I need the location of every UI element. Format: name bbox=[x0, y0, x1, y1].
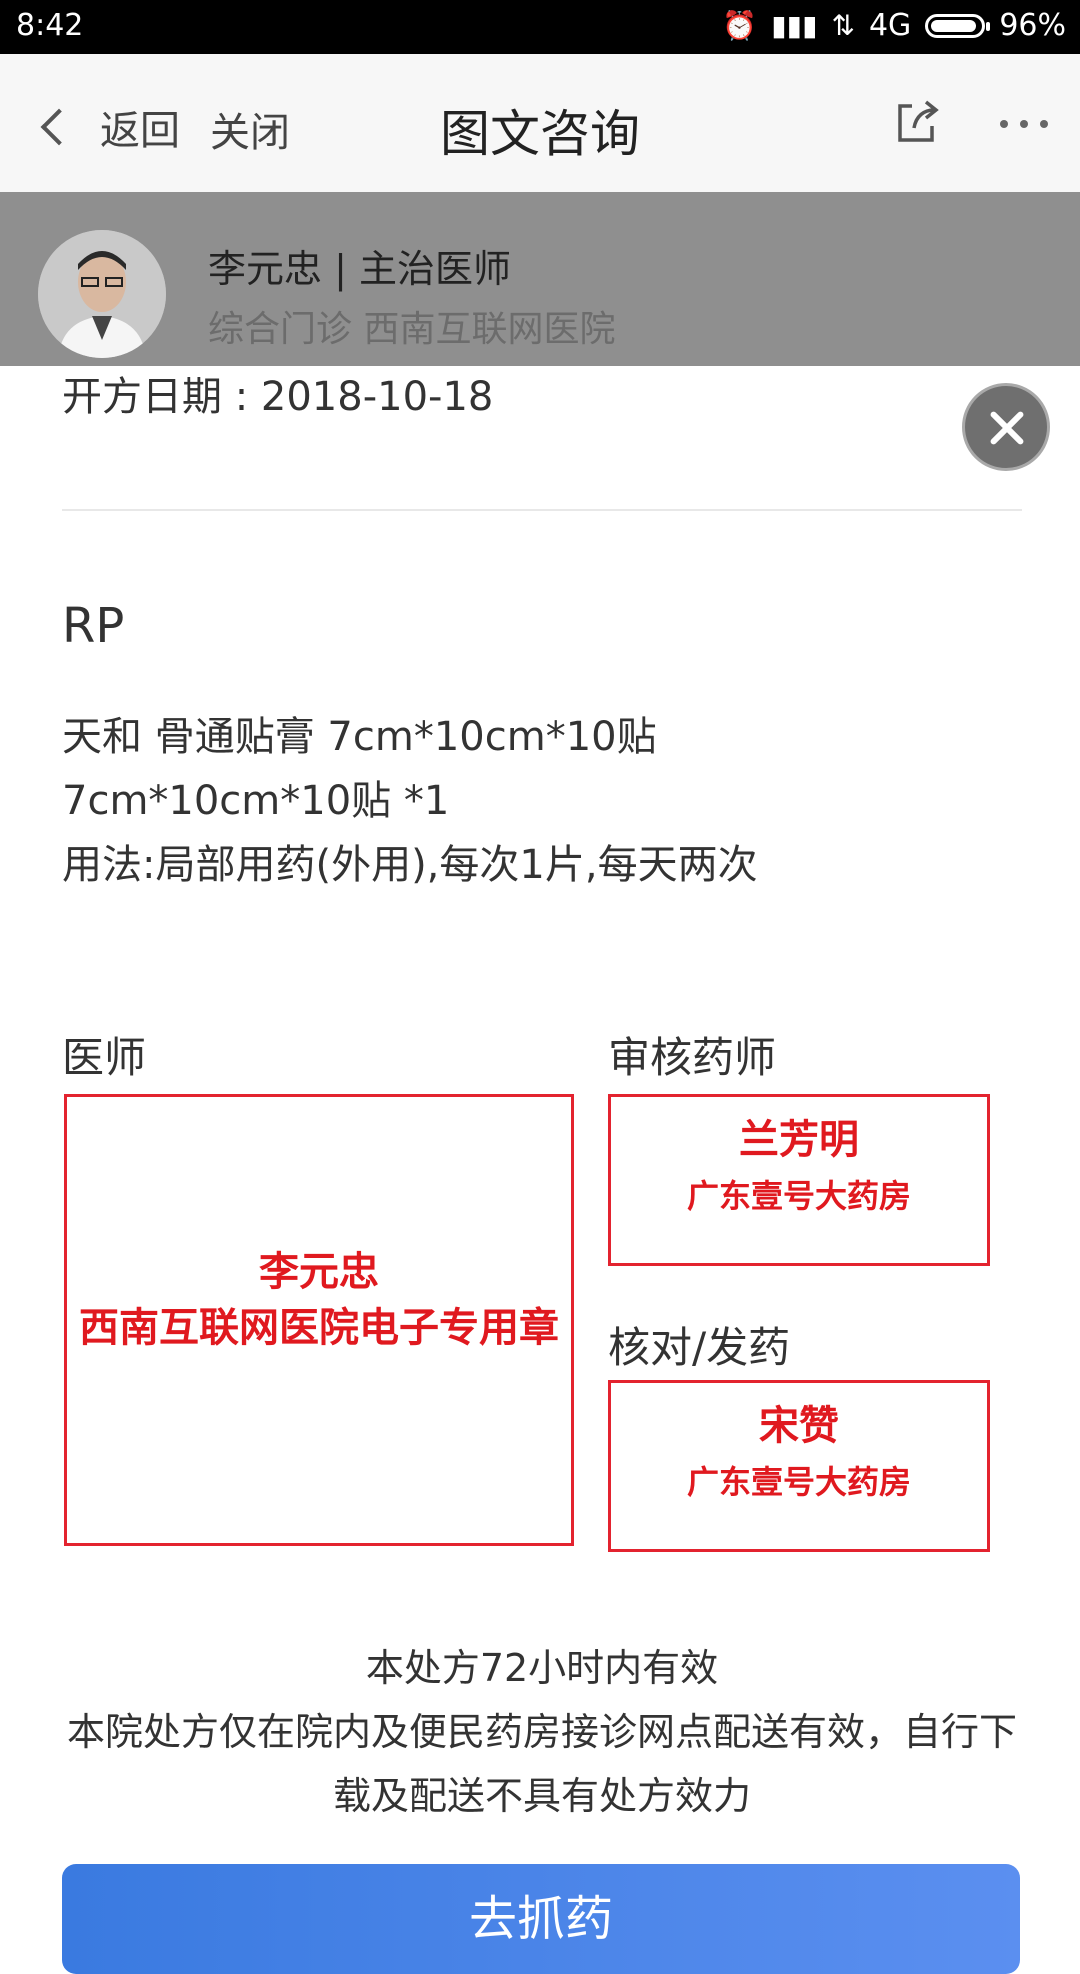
prescription-date: 开方日期 : 2018-10-18 bbox=[62, 374, 494, 420]
status-bar: 8:42 ⏰ ▮▮▮ ⇅ 4G 96% bbox=[0, 0, 1080, 54]
data-arrows-icon: ⇅ bbox=[831, 9, 855, 42]
doctor-header: 李元忠 | 主治医师 综合门诊 西南互联网医院 bbox=[0, 192, 1080, 366]
network-type: 4G bbox=[868, 8, 912, 43]
rp-label: RP bbox=[62, 598, 125, 654]
pharmacist-stamp: 兰芳明 广东壹号大药房 bbox=[608, 1094, 990, 1266]
nav-bar: 返回 关闭 图文咨询 bbox=[0, 54, 1080, 192]
divider bbox=[62, 509, 1022, 511]
pharmacist-stamp-org: 广东壹号大药房 bbox=[686, 1177, 911, 1215]
status-time: 8:42 bbox=[16, 8, 84, 43]
validity-notice: 本处方72小时内有效 bbox=[365, 1646, 719, 1690]
doctor-photo bbox=[38, 230, 166, 358]
dispense-stamp: 宋赞 广东壹号大药房 bbox=[608, 1380, 990, 1552]
get-medicine-button[interactable]: 去抓药 bbox=[62, 1864, 1020, 1974]
dispense-stamp-org: 广东壹号大药房 bbox=[686, 1463, 911, 1501]
doctor-stamp: 李元忠 西南互联网医院电子专用章 bbox=[64, 1094, 574, 1546]
more-icon[interactable] bbox=[1000, 120, 1048, 128]
close-icon[interactable] bbox=[962, 383, 1050, 471]
dispense-stamp-name: 宋赞 bbox=[759, 1402, 839, 1449]
dispense-label: 核对/发药 bbox=[608, 1323, 791, 1372]
doctor-signature-label: 医师 bbox=[62, 1033, 147, 1082]
doctor-stamp-name: 李元忠 bbox=[259, 1248, 379, 1295]
doctor-department: 综合门诊 西南互联网医院 bbox=[208, 309, 616, 350]
status-icons: ⏰ ▮▮▮ ⇅ 4G 96% bbox=[722, 8, 1066, 43]
doctor-name-title: 李元忠 | 主治医师 bbox=[208, 247, 511, 291]
distribution-notice: 本院处方仅在院内及便民药房接诊网点配送有效，自行下载及配送不具有处方效力 bbox=[66, 1710, 1017, 1818]
pharmacist-label: 审核药师 bbox=[608, 1033, 777, 1082]
medicine-line: 用法:局部用药(外用),每次1片,每天两次 bbox=[62, 842, 758, 888]
medicine-line: 天和 骨通贴膏 7cm*10cm*10贴 bbox=[62, 714, 657, 760]
doctor-stamp-seal: 西南互联网医院电子专用章 bbox=[79, 1304, 559, 1351]
avatar bbox=[38, 230, 166, 358]
signal-icon: ▮▮▮ bbox=[771, 9, 818, 42]
alarm-icon: ⏰ bbox=[722, 9, 758, 42]
share-icon[interactable] bbox=[892, 98, 940, 146]
battery-percent: 96% bbox=[999, 8, 1066, 43]
battery-icon bbox=[925, 13, 991, 38]
medicine-line: 7cm*10cm*10贴 *1 bbox=[62, 778, 450, 824]
pharmacist-stamp-name: 兰芳明 bbox=[739, 1116, 859, 1163]
